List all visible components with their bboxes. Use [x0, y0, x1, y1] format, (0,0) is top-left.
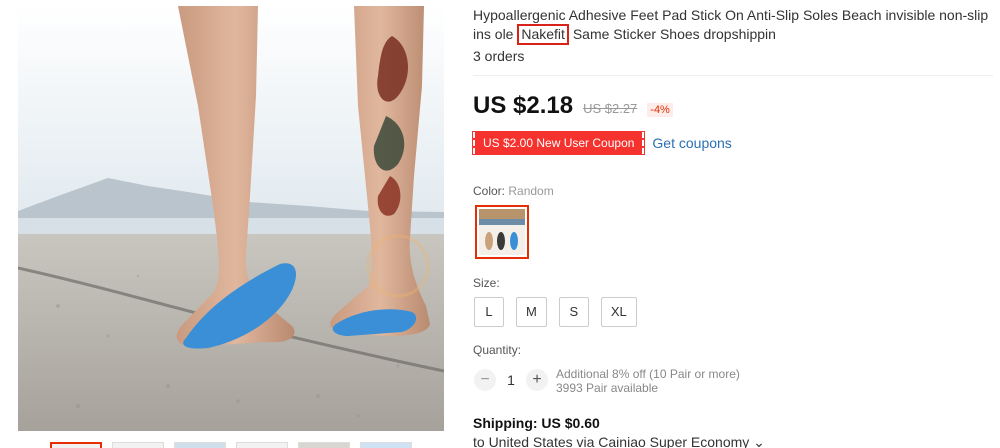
- coupon-row: US $2.00 New User Coupon Get coupons: [471, 131, 732, 155]
- thumbnail-3[interactable]: [174, 442, 226, 448]
- current-price: US $2.18: [473, 92, 574, 119]
- color-label-text: Color:: [473, 184, 506, 198]
- shipping-method-link[interactable]: to United States via Cainiao Super Econo…: [473, 434, 765, 448]
- product-title: Hypoallergenic Adhesive Feet Pad Stick O…: [473, 6, 997, 45]
- size-option-l[interactable]: L: [474, 297, 504, 327]
- thumbnail-4[interactable]: [236, 442, 288, 448]
- shipping-price: Shipping: US $0.60: [473, 415, 600, 431]
- size-option-m[interactable]: M: [516, 297, 547, 327]
- new-user-coupon-badge[interactable]: US $2.00 New User Coupon: [471, 131, 646, 155]
- thumbnail-6[interactable]: [360, 442, 412, 448]
- size-option-s[interactable]: S: [558, 297, 589, 327]
- size-option-xl[interactable]: XL: [600, 297, 637, 327]
- price-row: US $2.18 US $2.27 -4%: [473, 92, 673, 120]
- quantity-minus-button[interactable]: −: [474, 369, 496, 391]
- thumbnail-2[interactable]: [112, 442, 164, 448]
- thumbnail-strip: [50, 442, 430, 448]
- divider: [473, 75, 993, 76]
- bulk-discount-text: Additional 8% off (10 Pair or more): [556, 367, 740, 381]
- quantity-input[interactable]: 1: [496, 372, 526, 388]
- get-coupons-link[interactable]: Get coupons: [652, 135, 731, 151]
- product-title-text-end: Same Sticker Shoes dropshippin: [568, 26, 776, 42]
- thumbnail-1[interactable]: [50, 442, 102, 448]
- color-option-random[interactable]: [475, 205, 529, 259]
- order-count: 3 orders: [473, 48, 525, 64]
- quantity-plus-button[interactable]: +: [526, 369, 548, 391]
- size-options: L M S XL: [474, 297, 637, 327]
- color-label: Color: Random: [473, 184, 554, 198]
- quantity-stepper: − 1 +: [474, 369, 548, 391]
- thumbnail-5[interactable]: [298, 442, 350, 448]
- quantity-label: Quantity:: [473, 343, 522, 357]
- brand-highlight: Nakefit: [517, 24, 569, 45]
- stock-available-text: 3993 Pair available: [556, 381, 659, 395]
- size-label: Size:: [473, 276, 500, 290]
- product-detail-panel: Hypoallergenic Adhesive Feet Pad Stick O…: [471, 0, 1000, 448]
- foot-pads-swatch-icon: [479, 209, 525, 255]
- original-price: US $2.27: [583, 101, 638, 116]
- discount-badge: -4%: [647, 103, 673, 117]
- product-main-image[interactable]: [18, 6, 444, 431]
- quantity-info: Additional 8% off (10 Pair or more) 3993…: [556, 367, 740, 395]
- color-value: Random: [508, 184, 554, 198]
